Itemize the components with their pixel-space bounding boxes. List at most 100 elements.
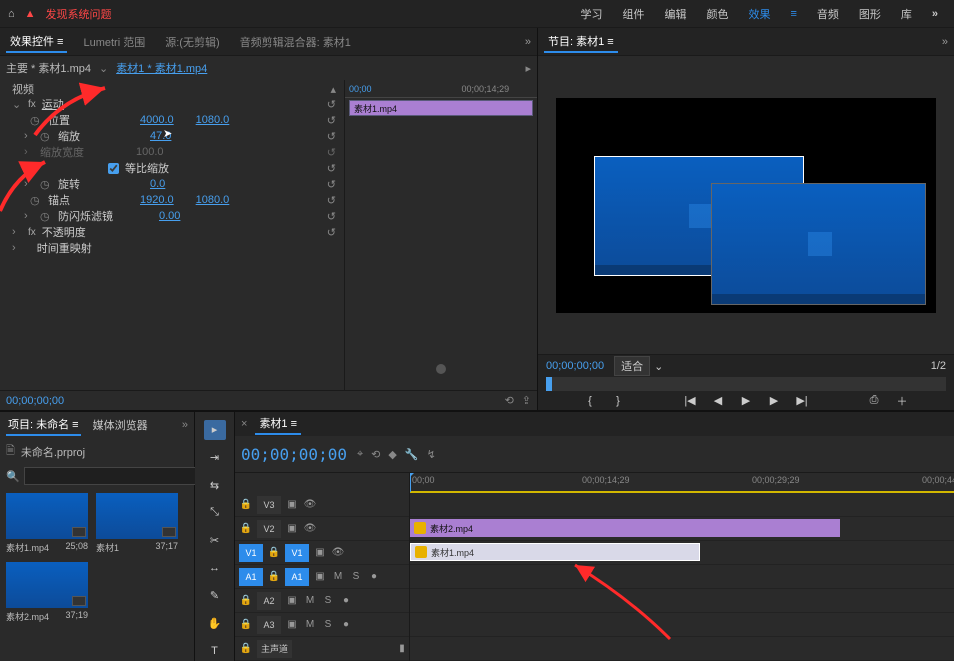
mark-in-button[interactable]: {: [583, 395, 597, 407]
go-to-out-button[interactable]: ▶|: [795, 394, 809, 407]
wrench-icon[interactable]: ↯: [427, 448, 436, 461]
search-input[interactable]: [24, 467, 221, 485]
warning-text[interactable]: 发现系统问题: [46, 6, 112, 22]
reset-icon[interactable]: ↺: [327, 210, 336, 223]
twirl-icon[interactable]: ›: [24, 130, 34, 142]
lane-v2[interactable]: 素材2.mp4: [410, 517, 954, 541]
reset-icon[interactable]: ↺: [327, 226, 336, 239]
group-opacity[interactable]: 不透明度: [42, 224, 86, 240]
uniform-scale-checkbox[interactable]: [108, 163, 119, 174]
menu-learn[interactable]: 学习: [580, 6, 602, 22]
ec-master-clip[interactable]: 主要 * 素材1.mp4: [6, 60, 91, 76]
track-v1[interactable]: V1🔒V1▣👁: [235, 541, 409, 565]
fit-dropdown[interactable]: 适合: [614, 356, 650, 376]
reset-icon[interactable]: ↺: [327, 178, 336, 191]
lane-a3[interactable]: [410, 613, 954, 637]
snap-icon[interactable]: ⌖: [357, 448, 363, 461]
rotation-value[interactable]: 0.0: [150, 178, 165, 190]
stopwatch-icon[interactable]: ◷: [30, 194, 42, 207]
track-select-tool[interactable]: ⇥: [204, 448, 226, 468]
track-a3[interactable]: 🔒A3▣MS●: [235, 613, 409, 637]
tabs-more[interactable]: »: [182, 419, 188, 431]
twirl-icon[interactable]: ›: [24, 178, 34, 190]
playhead[interactable]: [546, 377, 552, 391]
step-forward-button[interactable]: ▶: [767, 394, 781, 407]
home-icon[interactable]: ⌂: [8, 8, 15, 20]
panel-menu-icon[interactable]: »: [942, 36, 948, 48]
solo-button[interactable]: S: [349, 571, 363, 582]
program-timecode[interactable]: 00;00;00;00: [546, 360, 604, 372]
menu-color[interactable]: 颜色: [706, 6, 728, 22]
eye-icon[interactable]: 👁: [331, 547, 345, 558]
ec-play-icon[interactable]: ▸: [525, 62, 531, 75]
rec-button[interactable]: ●: [367, 571, 381, 582]
menu-audio[interactable]: 音频: [817, 6, 839, 22]
tab-media-browser[interactable]: 媒体浏览器: [91, 415, 150, 435]
lane-master[interactable]: [410, 637, 954, 661]
anchor-y[interactable]: 1080.0: [196, 194, 230, 206]
chevron-down-icon[interactable]: ⌄: [654, 360, 663, 373]
pen-tool[interactable]: ✎: [204, 586, 226, 606]
stopwatch-icon[interactable]: ◷: [40, 210, 52, 223]
toggle-output-icon[interactable]: ▣: [285, 499, 299, 510]
ripple-edit-tool[interactable]: ⇆: [204, 475, 226, 495]
reset-icon[interactable]: ↺: [327, 114, 336, 127]
track-v3[interactable]: 🔒V3▣👁: [235, 493, 409, 517]
toggle-output-icon[interactable]: ▣: [313, 547, 327, 558]
toggle-output-icon[interactable]: ▣: [313, 571, 327, 582]
track-a1[interactable]: A1🔒A1▣MS●: [235, 565, 409, 589]
eye-icon[interactable]: 👁: [303, 523, 317, 534]
play-button[interactable]: ▶: [739, 394, 753, 407]
menu-graphics[interactable]: 图形: [859, 6, 881, 22]
twirl-icon[interactable]: ›: [24, 210, 34, 222]
marker-icon[interactable]: ◆: [388, 448, 396, 461]
menu-more[interactable]: »: [932, 8, 938, 20]
position-x[interactable]: 4000.0: [140, 114, 174, 126]
playback-resolution[interactable]: 1/2: [931, 360, 946, 372]
selection-tool[interactable]: ▸: [204, 420, 226, 440]
solo-button[interactable]: S: [321, 595, 335, 606]
toggle-output-icon[interactable]: ▣: [285, 619, 299, 630]
tab-program[interactable]: 节目: 素材1 ≡: [544, 31, 618, 53]
menu-editing[interactable]: 编辑: [664, 6, 686, 22]
ec-timecode[interactable]: 00;00;00;00: [6, 395, 64, 407]
solo-button[interactable]: S: [321, 619, 335, 630]
ec-mini-timeline[interactable]: 00;00 00;00;14;29 素材1.mp4: [345, 80, 537, 390]
track-master[interactable]: 🔒主声道▮: [235, 637, 409, 661]
lock-icon[interactable]: 🔒: [239, 499, 253, 510]
mute-button[interactable]: M: [303, 619, 317, 630]
menu-effects[interactable]: 效果: [748, 6, 770, 22]
menu-libraries[interactable]: 库: [901, 6, 912, 22]
tab-source[interactable]: 源:(无剪辑): [161, 32, 223, 52]
timeline-lanes[interactable]: 00;00 00;00;14;29 00;00;29;29 00;00;44;2…: [410, 473, 954, 661]
lock-icon[interactable]: 🔒: [239, 643, 253, 654]
tab-lumetri[interactable]: Lumetri 范围: [79, 32, 149, 52]
twirl-icon[interactable]: ›: [12, 226, 22, 238]
stopwatch-icon[interactable]: ◷: [40, 130, 52, 143]
eye-icon[interactable]: 👁: [303, 499, 317, 510]
meter-icon[interactable]: ▮: [395, 643, 409, 654]
clip-v2[interactable]: 素材2.mp4: [410, 519, 840, 537]
lock-icon[interactable]: 🔒: [239, 523, 253, 534]
project-item[interactable]: 素材137;17: [96, 493, 178, 554]
settings-icon[interactable]: 🔧: [405, 448, 419, 461]
project-item[interactable]: 素材2.mp437;19: [6, 562, 88, 623]
linked-selection-icon[interactable]: ⟲: [371, 448, 380, 461]
panel-menu-icon[interactable]: »: [525, 36, 531, 48]
lane-a1[interactable]: [410, 565, 954, 589]
timeline-timecode[interactable]: 00;00;00;00: [241, 445, 347, 464]
type-tool[interactable]: T: [204, 641, 226, 661]
lane-v1[interactable]: 素材1.mp4: [410, 541, 954, 565]
program-scrubber[interactable]: [546, 377, 946, 391]
group-timeremap[interactable]: 时间重映射: [37, 240, 92, 256]
mute-button[interactable]: M: [303, 595, 317, 606]
reset-icon[interactable]: ↺: [327, 194, 336, 207]
project-item[interactable]: 素材1.mp425;08: [6, 493, 88, 554]
step-back-button[interactable]: ◀: [711, 394, 725, 407]
tab-effect-controls[interactable]: 效果控件 ≡: [6, 31, 67, 53]
ec-export-icon[interactable]: ⇪: [522, 394, 531, 407]
reset-icon[interactable]: ↺: [327, 130, 336, 143]
twirl-icon[interactable]: ›: [12, 242, 22, 254]
lock-icon[interactable]: 🔒: [267, 547, 281, 558]
clip-v1[interactable]: 素材1.mp4: [410, 543, 700, 561]
